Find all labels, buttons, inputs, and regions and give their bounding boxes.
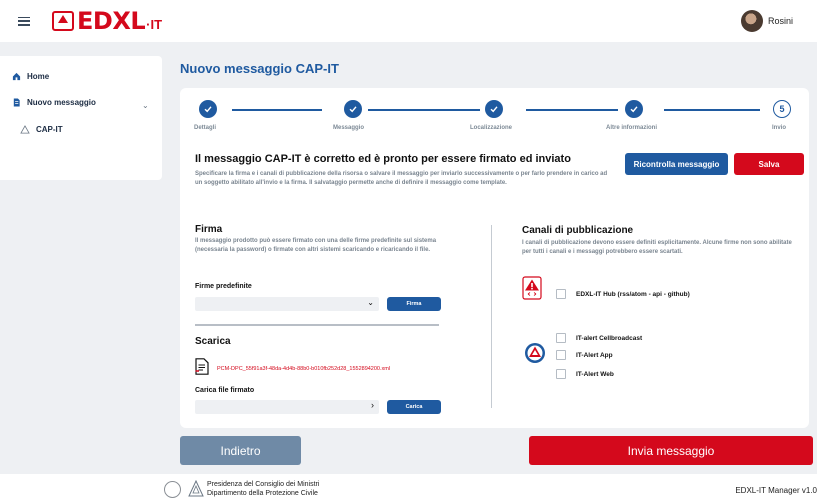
- file-download-icon[interactable]: [195, 358, 209, 375]
- sidebar-item-label: Home: [27, 72, 50, 81]
- footer-line-1: Presidenza del Consiglio dei Ministri: [207, 481, 320, 488]
- home-icon: [12, 72, 21, 81]
- carica-file-label: Carica file firmato: [195, 387, 255, 394]
- app-logo[interactable]: EDXL ·IT: [52, 7, 162, 35]
- user-name: Rosini: [767, 16, 793, 26]
- canali-title: Canali di pubblicazione: [522, 225, 634, 236]
- protezione-civile-logo-icon: [188, 480, 204, 497]
- carica-button[interactable]: Carica: [387, 400, 441, 414]
- firme-predefinite-label: Firme predefinite: [195, 283, 252, 290]
- recheck-message-button[interactable]: Ricontrolla messaggio: [625, 153, 728, 175]
- sidebar: Home Nuovo messaggio ⌄ CAP-IT: [0, 56, 162, 180]
- step-connector: [526, 109, 618, 111]
- firme-predefinite-select[interactable]: ⌄: [195, 297, 379, 311]
- main-card: 5 Dettagli Messaggio Localizzazione Altr…: [180, 88, 809, 428]
- app-version: EDXL-IT Manager v1.0: [735, 486, 817, 495]
- firma-description: Il messaggio prodotto può essere firmato…: [195, 238, 437, 253]
- send-message-button[interactable]: Invia messaggio: [529, 436, 813, 465]
- divider: [195, 324, 439, 326]
- footer: Presidenza del Consiglio dei Ministri Di…: [0, 474, 817, 504]
- step-1-check-icon[interactable]: [199, 100, 217, 118]
- firma-title: Firma: [195, 224, 223, 235]
- step-connector: [232, 109, 322, 111]
- footer-line-2: Dipartimento della Protezione Civile: [207, 489, 318, 497]
- sidebar-item-cap-it[interactable]: CAP-IT: [20, 125, 63, 134]
- avatar[interactable]: [740, 10, 763, 32]
- step-label: Localizzazione: [470, 125, 513, 131]
- logo-suffix: ·IT: [146, 16, 163, 32]
- it-alert-web-checkbox[interactable]: [556, 369, 566, 379]
- scarica-title: Scarica: [195, 336, 231, 347]
- it-alert-app-checkbox[interactable]: [556, 350, 566, 360]
- sidebar-item-nuovo-messaggio[interactable]: Nuovo messaggio: [12, 98, 96, 107]
- it-alert-app-label: IT-Alert App: [576, 352, 613, 359]
- user-menu[interactable]: Rosini: [740, 10, 793, 32]
- page-title: Nuovo messaggio CAP-IT: [180, 61, 339, 76]
- canali-description: I canali di pubblicazione devono essere …: [522, 240, 792, 255]
- carica-file-input[interactable]: ›: [195, 400, 379, 414]
- firma-button[interactable]: Firma: [387, 297, 441, 311]
- step-connector: [664, 109, 760, 111]
- sidebar-item-label: Nuovo messaggio: [27, 98, 96, 107]
- logo-mark-icon: [52, 11, 74, 31]
- save-button[interactable]: Salva: [734, 153, 804, 175]
- top-bar: EDXL ·IT Rosini: [0, 0, 817, 42]
- chevron-down-icon[interactable]: ⌄: [142, 101, 149, 110]
- sidebar-item-home[interactable]: Home: [12, 72, 49, 81]
- hub-alert-icon: [522, 276, 542, 300]
- step-5-indicator[interactable]: 5: [773, 100, 791, 118]
- it-alert-web-label: IT-Alert Web: [576, 371, 614, 378]
- logo-text: EDXL: [77, 7, 146, 35]
- warning-triangle-icon: [20, 125, 30, 134]
- hub-channel-checkbox[interactable]: [556, 289, 566, 299]
- chevron-down-icon: ⌄: [367, 298, 374, 307]
- stepper: 5 Dettagli Messaggio Localizzazione Altr…: [180, 88, 809, 138]
- step-label: Messaggio: [333, 125, 365, 131]
- step-4-check-icon[interactable]: [625, 100, 643, 118]
- sidebar-item-label: CAP-IT: [36, 125, 63, 134]
- ready-title: Il messaggio CAP-IT è corretto ed è pron…: [195, 153, 571, 165]
- step-label: Dettagli: [194, 125, 217, 131]
- step-2-check-icon[interactable]: [344, 100, 362, 118]
- document-icon: [13, 98, 20, 107]
- cellbroadcast-checkbox[interactable]: [556, 333, 566, 343]
- republic-emblem-icon: [164, 481, 181, 498]
- footer-institution: Presidenza del Consiglio dei Ministri Di…: [207, 481, 319, 499]
- hub-channel-label: EDXL-IT Hub (rss/atom - api - github): [576, 291, 690, 298]
- menu-icon[interactable]: [18, 16, 30, 26]
- cellbroadcast-label: IT-alert Cellbroadcast: [576, 335, 643, 342]
- download-file-link[interactable]: PCM-DPC_55f91a3f-48da-4d4b-88b0-b010fb25…: [217, 366, 390, 372]
- it-alert-icon: [525, 343, 545, 363]
- step-label: Invio: [772, 125, 787, 131]
- step-label: Altre informazioni: [606, 125, 658, 131]
- step-connector: [368, 109, 480, 111]
- back-button[interactable]: Indietro: [180, 436, 301, 465]
- vertical-divider: [491, 225, 492, 408]
- step-3-check-icon[interactable]: [485, 100, 503, 118]
- ready-description: Specificare la firma e i canali di pubbl…: [195, 171, 608, 186]
- chevron-right-icon: ›: [371, 400, 374, 410]
